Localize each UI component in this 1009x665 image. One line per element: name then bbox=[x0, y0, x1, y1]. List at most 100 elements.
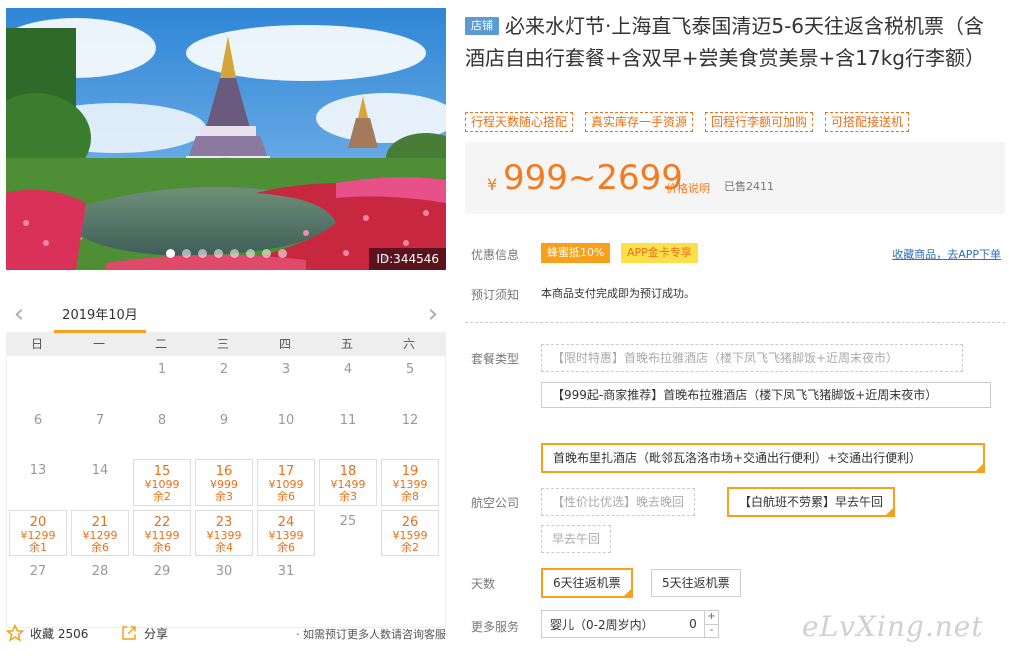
day-number: 5 bbox=[405, 362, 415, 377]
calendar-empty-cell bbox=[69, 356, 131, 407]
day-number: 23 bbox=[215, 514, 233, 530]
favorite-app-link[interactable]: 收藏商品，去APP下单 bbox=[892, 246, 1001, 262]
price-box: ¥ 999~2699 价格说明 已售2411 bbox=[465, 142, 1005, 214]
calendar-day-available[interactable]: 16 ¥999 余3 bbox=[195, 459, 253, 506]
favorite-count: 收藏 2506 bbox=[30, 626, 89, 641]
gallery-dot[interactable] bbox=[245, 249, 255, 258]
divider bbox=[465, 322, 1005, 323]
calendar-grid: 1 2 3 4 5 6 7 8 9 10 11 12 13 14 15 ¥1099 余2 16 ¥999 余3 17 ¥1… bbox=[6, 356, 446, 628]
calendar-day: 1 bbox=[131, 356, 193, 407]
calendar-day-available[interactable]: 21 ¥1299 余6 bbox=[71, 509, 129, 556]
calendar-next-arrow-icon[interactable]: › bbox=[422, 300, 444, 328]
package-option-2[interactable]: 【999起-商家推荐】首晚布拉雅酒店（楼下凤飞飞猪脚饭+近周末夜市） bbox=[541, 382, 991, 408]
gallery-dot[interactable] bbox=[165, 249, 175, 258]
increment-button[interactable]: + bbox=[705, 611, 718, 624]
calendar-day-available[interactable]: 22 ¥1199 余6 bbox=[133, 509, 191, 556]
day-number: 10 bbox=[277, 412, 295, 428]
calendar-day-available[interactable]: 19 ¥1399 余8 bbox=[381, 459, 439, 506]
day-price: ¥1199 bbox=[144, 528, 180, 542]
calendar-day-available[interactable]: 24 ¥1399 余6 bbox=[257, 509, 315, 556]
feature-tag: 行程天数随心搭配 bbox=[465, 112, 574, 132]
calendar-day: 14 bbox=[69, 457, 131, 508]
day-number: 8 bbox=[157, 412, 167, 428]
airline-label: 航空公司 bbox=[471, 496, 520, 510]
calendar-day: 29 bbox=[131, 558, 193, 609]
day-stock: 余8 bbox=[401, 490, 419, 503]
shop-badge[interactable]: 店铺 bbox=[465, 17, 499, 35]
day-number: 28 bbox=[91, 564, 109, 579]
gallery-dot[interactable] bbox=[261, 249, 271, 258]
calendar-day-available[interactable]: 18 ¥1499 余3 bbox=[319, 459, 377, 506]
decrement-button[interactable]: - bbox=[705, 623, 718, 638]
day-number: 16 bbox=[215, 464, 233, 479]
feature-tags: 行程天数随心搭配 真实库存一手资源 回程行李额可加购 可搭配接送机 bbox=[465, 112, 910, 132]
promo-badge-app: APP金卡专享 bbox=[621, 243, 698, 263]
weekday-header: 六 bbox=[402, 337, 415, 351]
weekday-header: 五 bbox=[340, 337, 353, 351]
day-stock: 余3 bbox=[339, 490, 357, 503]
calendar-day-available[interactable]: 20 ¥1299 余1 bbox=[9, 509, 67, 556]
day-number: 18 bbox=[339, 464, 357, 479]
day-number: 27 bbox=[29, 564, 47, 579]
calendar-day: 13 bbox=[7, 457, 69, 508]
day-number: 6 bbox=[33, 412, 43, 428]
airline-option-2[interactable]: 【白航班不劳累】早去午回 bbox=[727, 487, 896, 517]
day-number: 29 bbox=[153, 564, 171, 579]
day-number: 17 bbox=[277, 464, 295, 479]
calendar-day: 2 bbox=[193, 356, 255, 407]
favorite-button[interactable]: 收藏 2506 bbox=[6, 624, 88, 642]
calendar-empty-cell bbox=[7, 356, 69, 407]
feature-tag: 回程行李额可加购 bbox=[705, 112, 814, 132]
calendar-day: 3 bbox=[255, 356, 317, 407]
consult-tip: · 如需预订更多人数请咨询客服 bbox=[296, 628, 446, 641]
calendar-day-available[interactable]: 15 ¥1099 余2 bbox=[133, 459, 191, 506]
day-number: 15 bbox=[153, 464, 171, 479]
day-price: ¥1399 bbox=[206, 528, 242, 542]
days-option-5[interactable]: 5天往返机票 bbox=[651, 569, 741, 597]
gallery-dot[interactable] bbox=[277, 249, 287, 258]
gallery-dot[interactable] bbox=[213, 249, 223, 258]
day-stock: 余6 bbox=[277, 490, 295, 503]
calendar-day: 9 bbox=[193, 407, 255, 458]
package-option-3[interactable]: 首晚布里扎酒店（毗邻瓦洛洛市场+交通出行便利）+交通出行便利） bbox=[541, 443, 985, 473]
infant-stepper[interactable]: 婴儿（0-2周岁内） 0 + - bbox=[541, 610, 719, 638]
site-watermark: eLvXing.net bbox=[802, 610, 984, 643]
day-stock: 余2 bbox=[153, 490, 171, 503]
airline-option-1[interactable]: 【性价比优选】晚去晚回 bbox=[541, 488, 696, 516]
photo-id-label: ID:344546 bbox=[369, 248, 446, 270]
day-number: 26 bbox=[401, 514, 419, 530]
calendar-day-available[interactable]: 23 ¥1399 余4 bbox=[195, 509, 253, 556]
package-option-1[interactable]: 【限时特惠】首晚布拉雅酒店（楼下凤飞飞猪脚饭+近周末夜市） bbox=[541, 344, 963, 372]
day-number: 4 bbox=[343, 362, 353, 377]
price-calendar: ‹ 2019年10月 › 日一二三四五六 1 2 3 4 5 6 7 8 9 10 11 12 13 14… bbox=[6, 296, 446, 628]
price-explain-link[interactable]: 价格说明 bbox=[666, 180, 710, 196]
share-icon bbox=[122, 626, 136, 640]
price-range: 999~2699 bbox=[503, 158, 683, 198]
gallery-dot[interactable] bbox=[229, 249, 239, 258]
day-number: 14 bbox=[91, 463, 109, 478]
calendar-prev-arrow-icon[interactable]: ‹ bbox=[8, 300, 30, 328]
gallery-dot[interactable] bbox=[181, 249, 191, 258]
calendar-day-available[interactable]: 26 ¥1599 余2 bbox=[381, 509, 439, 556]
share-button[interactable]: 分享 bbox=[120, 624, 168, 642]
airline-option-3[interactable]: 早去午回 bbox=[541, 525, 612, 553]
gallery-dot[interactable] bbox=[197, 249, 207, 258]
infant-count[interactable]: 0 bbox=[682, 617, 704, 631]
day-number: 25 bbox=[339, 513, 357, 529]
calendar-day: 30 bbox=[193, 558, 255, 609]
calendar-month-tab[interactable]: 2019年10月 bbox=[54, 304, 146, 333]
calendar-day-available[interactable]: 17 ¥1099 余6 bbox=[257, 459, 315, 506]
day-price: ¥1299 bbox=[20, 528, 56, 542]
days-option-6[interactable]: 6天往返机票 bbox=[541, 568, 633, 598]
calendar-day: 27 bbox=[7, 558, 69, 609]
day-number: 11 bbox=[339, 412, 357, 428]
day-stock: 余6 bbox=[277, 540, 295, 554]
day-number: 3 bbox=[281, 362, 291, 377]
calendar-weekdays: 日一二三四五六 bbox=[6, 332, 446, 356]
weekday-header: 日 bbox=[30, 337, 43, 351]
day-number: 13 bbox=[29, 463, 47, 478]
calendar-day: 4 bbox=[317, 356, 379, 407]
calendar-day: 10 bbox=[255, 407, 317, 458]
calendar-day: 31 bbox=[255, 558, 317, 609]
product-photo[interactable]: ID:344546 bbox=[6, 8, 446, 270]
